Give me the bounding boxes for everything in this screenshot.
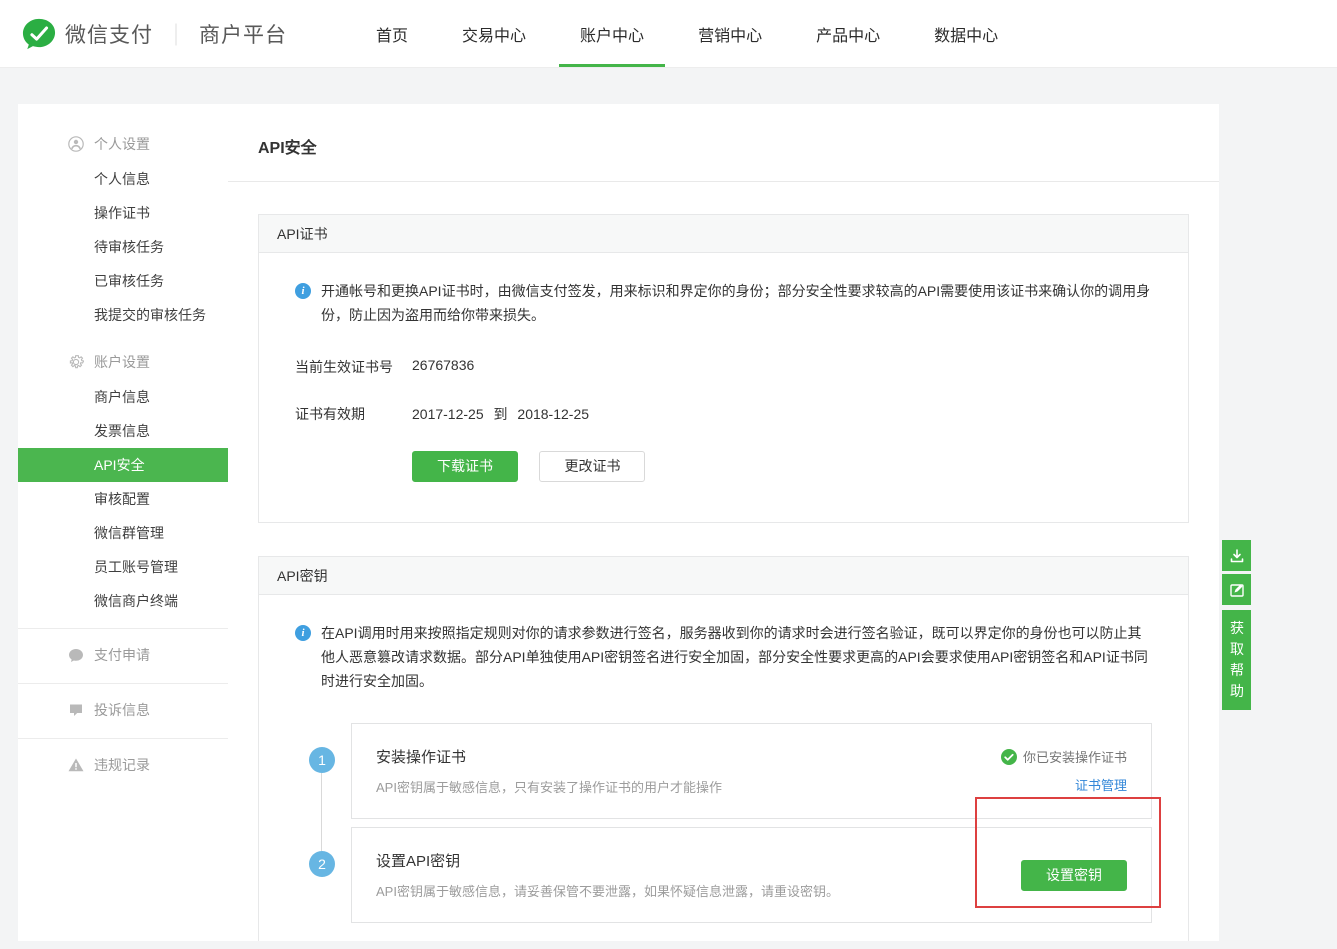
page-background: 个人设置 个人信息 操作证书 待审核任务 已审核任务 我提交的审核任务 账户设置… [0,68,1337,949]
sidebar-item-my-submitted-tasks[interactable]: 我提交的审核任务 [18,298,228,332]
api-cert-card-title: API证书 [259,215,1188,253]
nav-home[interactable]: 首页 [349,0,435,67]
logo-divider: ｜ [165,18,187,50]
sidebar-item-personal-info[interactable]: 个人信息 [18,162,228,196]
top-header: 微信支付 ｜ 商户平台 首页 交易中心 账户中心 营销中心 产品中心 数据中心 [0,0,1337,68]
sidebar-group-label: 账户设置 [94,352,150,372]
sidebar-item-wechat-group-mgmt[interactable]: 微信群管理 [18,516,228,550]
sidebar-group-complaint: 投诉信息 [18,683,228,728]
logo-platform: 商户平台 [199,19,287,49]
api-key-card: API密钥 在API调用时用来按照指定规则对你的请求参数进行签名，服务器收到你的… [258,556,1189,941]
cert-installed-status-text: 你已安装操作证书 [1023,747,1127,766]
title-divider [228,181,1219,182]
set-api-key-button[interactable]: 设置密钥 [1021,860,1127,891]
get-help-button[interactable]: 获取帮助 [1222,610,1251,710]
api-cert-card: API证书 开通帐号和更换API证书时，由微信支付签发，用来标识和界定你的身份；… [258,214,1189,523]
sidebar-item-pending-tasks[interactable]: 待审核任务 [18,230,228,264]
warning-icon [68,757,84,773]
cert-number-value: 26767836 [412,357,474,377]
main-nav: 首页 交易中心 账户中心 营销中心 产品中心 数据中心 [349,0,1025,67]
step-2-badge: 2 [309,851,335,877]
sidebar-group-label: 违规记录 [94,755,150,775]
sidebar-item-invoice-info[interactable]: 发票信息 [18,414,228,448]
cert-number-row: 当前生效证书号 26767836 [295,357,1152,377]
sidebar-item-merchant-info[interactable]: 商户信息 [18,380,228,414]
sidebar-item-wechat-merchant-terminal[interactable]: 微信商户终端 [18,584,228,618]
user-icon [68,136,84,152]
step-install-cert: 1 安装操作证书 API密钥属于敏感信息，只有安装了操作证书的用户才能操作 [351,723,1152,819]
sidebar-group-personal-header: 个人设置 [18,126,228,162]
sidebar-group-complaint-header[interactable]: 投诉信息 [18,692,228,728]
logo[interactable]: 微信支付 ｜ 商户平台 [22,17,287,51]
feedback-icon[interactable] [1222,574,1251,605]
sidebar-item-review-config[interactable]: 审核配置 [18,482,228,516]
wechat-pay-logo-icon [22,17,56,51]
cert-validity-row: 证书有效期 2017-12-25 到 2018-12-25 [295,404,1152,424]
check-icon [1001,749,1017,765]
nav-product-center[interactable]: 产品中心 [789,0,907,67]
nav-account-center[interactable]: 账户中心 [553,0,671,67]
sidebar: 个人设置 个人信息 操作证书 待审核任务 已审核任务 我提交的审核任务 账户设置… [18,104,228,941]
download-icon[interactable] [1222,540,1251,571]
main-panel: 个人设置 个人信息 操作证书 待审核任务 已审核任务 我提交的审核任务 账户设置… [18,104,1219,941]
step-1-desc: API密钥属于敏感信息，只有安装了操作证书的用户才能操作 [376,777,722,796]
change-cert-button[interactable]: 更改证书 [539,451,645,482]
sidebar-item-staff-account-mgmt[interactable]: 员工账号管理 [18,550,228,584]
message-icon [68,702,84,718]
api-key-info-text: 在API调用时用来按照指定规则对你的请求参数进行签名，服务器收到你的请求时会进行… [321,621,1152,693]
content-area: API安全 API证书 开通帐号和更换API证书时，由微信支付签发，用来标识和界… [228,104,1219,941]
sidebar-item-operation-cert[interactable]: 操作证书 [18,196,228,230]
sidebar-group-payment-apply-header[interactable]: 支付申请 [18,637,228,673]
step-set-api-key: 2 设置API密钥 API密钥属于敏感信息，请妥善保管不要泄露，如果怀疑信息泄露… [351,827,1152,923]
cert-number-label: 当前生效证书号 [295,357,412,377]
info-icon [295,283,311,299]
logo-text: 微信支付 [65,19,153,49]
help-widget: 获取帮助 [1222,540,1251,710]
sidebar-group-personal: 个人设置 个人信息 操作证书 待审核任务 已审核任务 我提交的审核任务 [18,126,228,332]
sidebar-group-violation: 违规记录 [18,738,228,783]
cert-validity-start: 2017-12-25 [412,406,484,422]
download-cert-button[interactable]: 下载证书 [412,451,518,482]
sidebar-group-label: 支付申请 [94,645,150,665]
sidebar-group-label: 个人设置 [94,134,150,154]
step-1-title: 安装操作证书 [376,746,722,767]
sidebar-group-payment-apply: 支付申请 [18,628,228,673]
sidebar-group-account: 账户设置 商户信息 发票信息 API安全 审核配置 微信群管理 员工账号管理 微… [18,344,228,618]
nav-marketing-center[interactable]: 营销中心 [671,0,789,67]
chat-icon [68,647,84,663]
info-icon [295,625,311,641]
sidebar-group-violation-header[interactable]: 违规记录 [18,747,228,783]
sidebar-group-label: 投诉信息 [94,700,150,720]
cert-validity-end: 2018-12-25 [517,406,589,422]
cert-installed-status: 你已安装操作证书 [1001,747,1127,766]
step-2-title: 设置API密钥 [376,850,839,871]
sidebar-group-account-header: 账户设置 [18,344,228,380]
api-cert-info-text: 开通帐号和更换API证书时，由微信支付签发，用来标识和界定你的身份；部分安全性要… [321,279,1152,327]
sidebar-item-reviewed-tasks[interactable]: 已审核任务 [18,264,228,298]
api-key-card-title: API密钥 [259,557,1188,595]
api-key-steps: 1 安装操作证书 API密钥属于敏感信息，只有安装了操作证书的用户才能操作 [295,723,1152,923]
nav-transaction-center[interactable]: 交易中心 [435,0,553,67]
cert-manage-link[interactable]: 证书管理 [1075,775,1127,794]
sidebar-item-api-security[interactable]: API安全 [18,448,228,482]
gear-icon [68,354,84,370]
cert-validity-to: 到 [494,406,508,422]
step-1-badge: 1 [309,747,335,773]
step-connector-line [321,773,322,851]
cert-validity-label: 证书有效期 [295,404,412,424]
page-title: API安全 [228,104,1219,181]
step-2-desc: API密钥属于敏感信息，请妥善保管不要泄露，如果怀疑信息泄露，请重设密钥。 [376,881,839,900]
nav-data-center[interactable]: 数据中心 [907,0,1025,67]
